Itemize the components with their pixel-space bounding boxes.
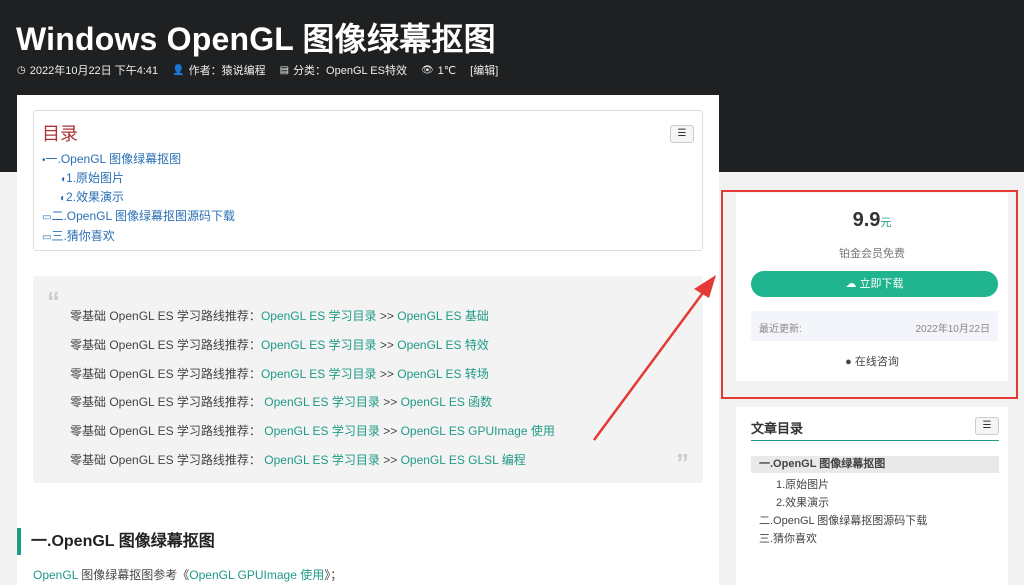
arrow-head: [694, 275, 716, 298]
arrow-shaft: [592, 289, 707, 441]
sidebar-toc-toggle-icon[interactable]: ☰: [975, 417, 999, 435]
divider: [751, 440, 999, 441]
sidebar-toc-item[interactable]: 三.猜你喜欢: [759, 530, 817, 546]
sidebar-toc-item[interactable]: 2.效果演示: [776, 494, 829, 510]
sidebar-toc-item[interactable]: 一.OpenGL 图像绿幕抠图: [751, 456, 999, 473]
sidebar-toc-item[interactable]: 1.原始图片: [776, 476, 829, 492]
sidebar-toc-item[interactable]: 二.OpenGL 图像绿幕抠图源码下载: [759, 512, 927, 528]
sidebar-toc: 文章目录 ☰ 一.OpenGL 图像绿幕抠图 1.原始图片 2.效果演示 二.O…: [736, 407, 1008, 585]
sidebar-toc-title: 文章目录: [751, 421, 804, 436]
